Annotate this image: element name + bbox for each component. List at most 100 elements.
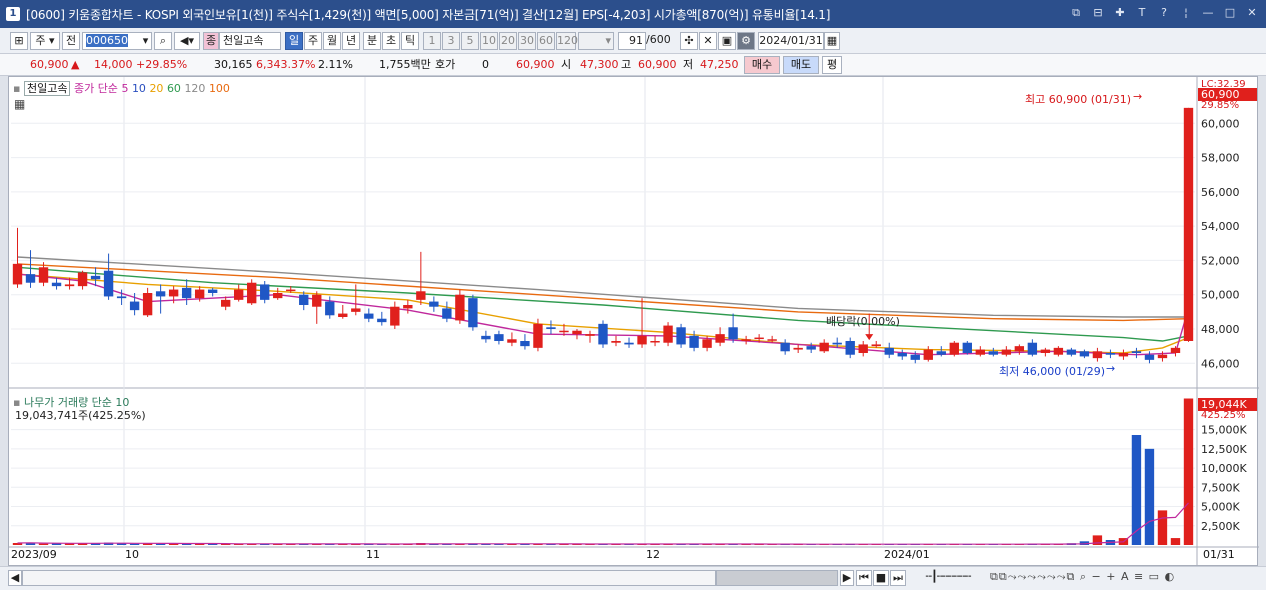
count-input[interactable]: 91	[618, 32, 646, 50]
interval-10-button[interactable]: 10	[480, 32, 498, 50]
candle-body	[1092, 351, 1103, 359]
period-day-button[interactable]: 일	[285, 32, 303, 50]
scroll-track[interactable]	[22, 570, 716, 586]
open-price: 47,300	[580, 58, 619, 71]
scroll-left-icon[interactable]: ◀	[8, 570, 22, 586]
save-icon[interactable]: ▣	[718, 32, 736, 50]
candle-body	[77, 272, 88, 287]
minimize-icon[interactable]: —	[1200, 5, 1216, 21]
period-tick-button[interactable]: 틱	[401, 32, 419, 50]
candle-body	[598, 323, 608, 345]
interval-5-button[interactable]: 5	[461, 32, 479, 50]
candle-body	[819, 342, 829, 352]
candle-body	[1131, 351, 1142, 353]
legend-stock-name[interactable]: 천일고속	[23, 81, 71, 96]
copy-icon[interactable]: ⊟	[1090, 5, 1106, 21]
candle-body	[1040, 349, 1051, 353]
x-label-4: 2024/01	[884, 548, 930, 561]
period-select[interactable]: 주 ▾	[30, 32, 60, 50]
calculator-icon[interactable]: ▦	[14, 97, 25, 111]
custom-interval-select[interactable]: ▾	[578, 32, 614, 50]
candle-body	[832, 342, 842, 345]
eval-button[interactable]: 평	[822, 56, 842, 74]
price-change-pct: +29.85%	[136, 58, 188, 71]
first-icon[interactable]: ⏮	[856, 570, 872, 586]
period-second-button[interactable]: 초	[382, 32, 400, 50]
candle-body	[455, 294, 465, 321]
candle-body	[168, 289, 179, 297]
crosshair-icon[interactable]: ✣	[680, 32, 698, 50]
cursor-icon[interactable]: ✕	[699, 32, 717, 50]
candle-body	[194, 289, 205, 299]
buy-button[interactable]: 매수	[744, 56, 780, 74]
candle-body	[546, 327, 556, 329]
stock-name-field[interactable]: 천일고속	[219, 32, 281, 50]
drawing-tools-icons[interactable]: ⧉⧉⤳⤳⤳⤳⤳⤳⧉ ⌕ − + A ≡ ▭ ◐	[990, 570, 1260, 586]
interval-1-button[interactable]: 1	[423, 32, 441, 50]
gear-icon[interactable]: ⚙	[737, 32, 755, 50]
code-dropdown-icon[interactable]: ▾	[140, 32, 152, 50]
price-volume-chart[interactable]: 46,000 48,000 50,000 52,000 54,000 56,000 58,0…	[9, 77, 1259, 567]
interval-60-button[interactable]: 60	[537, 32, 555, 50]
x-label-2: 11	[366, 548, 380, 561]
period-minute-button[interactable]: 분	[363, 32, 381, 50]
candle-body	[481, 335, 491, 340]
chart-area[interactable]: 46,000 48,000 50,000 52,000 54,000 56,000 58,0…	[8, 76, 1259, 567]
legend-ma-100: 100	[208, 82, 230, 95]
volume-tick-label-1: 5,000K	[1201, 501, 1240, 514]
volume-bar	[1144, 448, 1155, 545]
layout-icon[interactable]: ⊞	[10, 32, 28, 50]
interval-30-button[interactable]: 30	[518, 32, 536, 50]
period-month-button[interactable]: 월	[323, 32, 341, 50]
zoom-slider[interactable]: ╌┃╌╌╌╌╌╌	[914, 570, 982, 586]
scroll-thumb[interactable]	[716, 570, 838, 586]
pin-icon[interactable]: ✚	[1112, 5, 1128, 21]
stop-icon[interactable]: ■	[873, 570, 889, 586]
candle-body	[338, 313, 348, 317]
high-label: 고	[621, 58, 632, 71]
sell-button[interactable]: 매도	[783, 56, 819, 74]
dividend-marker-arrow	[865, 334, 874, 341]
candle-body	[468, 298, 478, 328]
prev-button[interactable]: 전	[62, 32, 80, 50]
candle-body	[129, 301, 140, 311]
price-tick-label-6: 58,000	[1201, 152, 1240, 165]
interval-20-button[interactable]: 20	[499, 32, 517, 50]
interval-120-button[interactable]: 120	[556, 32, 578, 50]
close-icon[interactable]: ✕	[1244, 5, 1260, 21]
interval-3-button[interactable]: 3	[442, 32, 460, 50]
candle-body	[1066, 349, 1077, 355]
candle-body	[1170, 347, 1181, 353]
maximize-icon[interactable]: □	[1222, 5, 1238, 21]
candle-body	[1144, 354, 1155, 360]
x-label-3: 12	[646, 548, 660, 561]
candle-body	[1105, 353, 1116, 355]
date-input[interactable]: 2024/01/31	[758, 32, 824, 50]
open-label: 시	[561, 58, 572, 71]
calendar-icon[interactable]: ▦	[824, 32, 840, 50]
price-tick-label-1: 48,000	[1201, 323, 1240, 336]
period-week-button[interactable]: 주	[304, 32, 322, 50]
text-icon[interactable]: T	[1134, 5, 1150, 21]
sound-icon[interactable]: ◀▾	[174, 32, 200, 50]
volume-bar	[1170, 538, 1181, 545]
volume-bar	[1157, 510, 1168, 545]
high-price: 60,900	[638, 58, 677, 71]
candle-body	[12, 263, 23, 285]
restore-layout-icon[interactable]: ⧉	[1068, 5, 1084, 21]
dividend-annotation: 배당락(0.00%)	[826, 315, 900, 328]
candle-body	[181, 287, 192, 299]
period-year-button[interactable]: 년	[342, 32, 360, 50]
candle-body	[351, 308, 361, 312]
candle-body	[1157, 354, 1168, 359]
help-icon[interactable]: ?	[1156, 5, 1172, 21]
search-icon[interactable]: ⌕	[154, 32, 172, 50]
scroll-right-icon[interactable]: ▶	[840, 570, 854, 586]
volume-ma-line	[17, 502, 1189, 545]
legend-ma-20: 20	[149, 82, 164, 95]
candle-body	[845, 341, 855, 355]
candle-body	[624, 342, 634, 345]
last-icon[interactable]: ⏭	[890, 570, 906, 586]
candle-body	[793, 347, 803, 350]
candle-body	[767, 339, 777, 341]
